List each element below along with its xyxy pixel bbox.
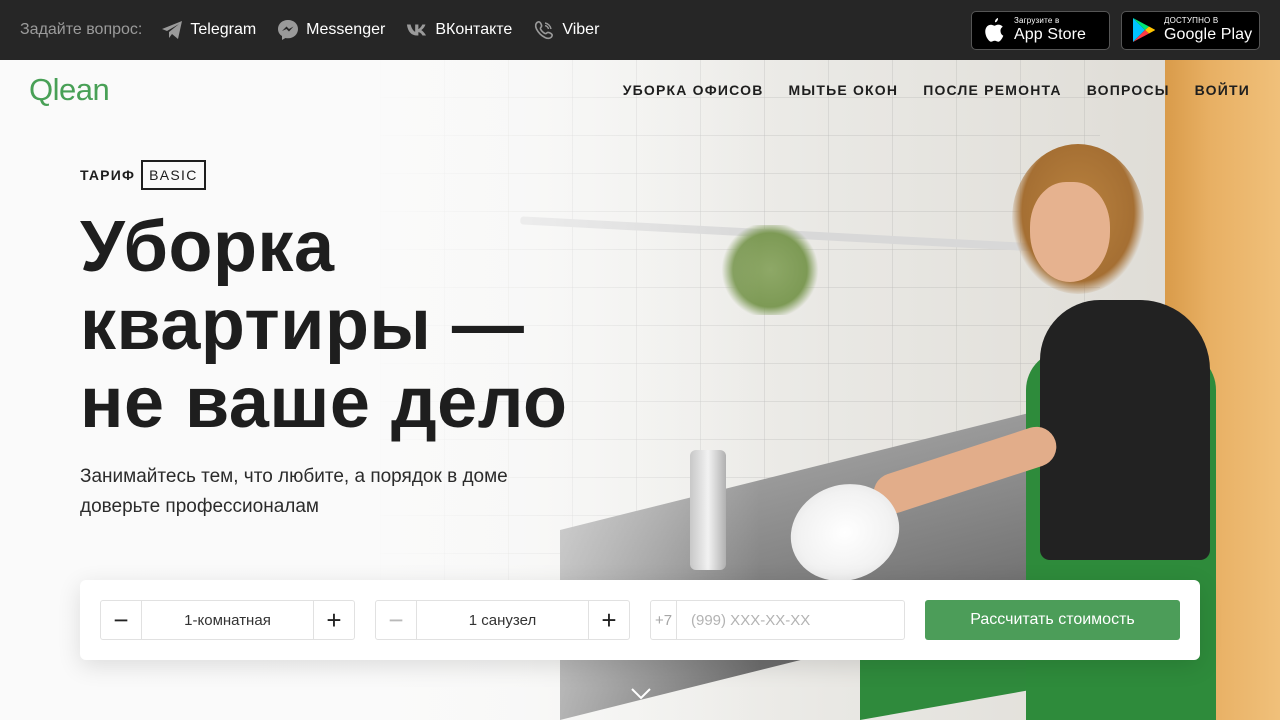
- rooms-value: 1-комнатная: [141, 601, 314, 639]
- bathrooms-increment-button[interactable]: +: [589, 601, 629, 639]
- ask-question-label: Задайте вопрос:: [20, 21, 143, 38]
- viber-label: Viber: [562, 21, 600, 38]
- phone-prefix: +7: [651, 601, 677, 639]
- app-store-button[interactable]: Загрузите в App Store: [971, 10, 1110, 50]
- nav-window-washing[interactable]: МЫТЬЕ ОКОН: [789, 82, 899, 98]
- hero-subtitle: Занимайтесь тем, что любите, а порядок в…: [80, 466, 508, 517]
- main-nav: УБОРКА ОФИСОВ МЫТЬЕ ОКОН ПОСЛЕ РЕМОНТА В…: [623, 82, 1250, 98]
- calculate-price-button[interactable]: Рассчитать стоимость: [925, 600, 1180, 640]
- order-form-card: − 1-комнатная + − 1 санузел + +7 Рассчит…: [80, 580, 1200, 660]
- headline-line-1: Уборка: [80, 207, 335, 287]
- viber-icon: [533, 19, 555, 41]
- headline-line-2: квартиры —: [80, 285, 525, 365]
- google-play-button[interactable]: ДОСТУПНО В Google Play: [1121, 10, 1260, 50]
- telegram-icon: [161, 19, 183, 41]
- telegram-link[interactable]: Telegram: [161, 19, 256, 41]
- app-store-small-label: Загрузите в: [1014, 16, 1060, 25]
- tariff-badge: BASIC: [141, 160, 206, 190]
- bathrooms-value: 1 санузел: [416, 601, 589, 639]
- vk-icon: [406, 19, 428, 41]
- apple-icon: [981, 17, 1007, 43]
- bathrooms-stepper: − 1 санузел +: [375, 600, 630, 640]
- headline-line-3: не ваше дело: [80, 363, 568, 443]
- nav-faq[interactable]: ВОПРОСЫ: [1087, 82, 1170, 98]
- phone-field: +7: [650, 600, 905, 640]
- rooms-increment-button[interactable]: +: [314, 601, 354, 639]
- google-play-big-label: Google Play: [1164, 26, 1253, 43]
- vk-link[interactable]: ВКонтакте: [406, 19, 512, 41]
- telegram-label: Telegram: [190, 21, 257, 38]
- viber-link[interactable]: Viber: [533, 19, 599, 41]
- app-store-links: Загрузите в App Store ДОСТУПНО В Google …: [971, 10, 1260, 50]
- messenger-label: Messenger: [306, 21, 386, 38]
- rooms-decrement-button[interactable]: −: [101, 601, 141, 639]
- messenger-link[interactable]: Messenger: [277, 19, 385, 41]
- chevron-down-icon[interactable]: [631, 688, 651, 700]
- rooms-stepper: − 1-комнатная +: [100, 600, 355, 640]
- top-bar: Задайте вопрос: Telegram Messenger ВКонт…: [0, 0, 1280, 60]
- qlean-logo[interactable]: Qlean: [29, 72, 110, 108]
- tariff-prefix: ТАРИФ: [80, 167, 136, 183]
- app-store-big-label: App Store: [1014, 26, 1087, 43]
- messenger-icon: [277, 19, 299, 41]
- nav-login[interactable]: ВОЙТИ: [1195, 82, 1250, 98]
- tariff-label: ТАРИФ BASIC: [80, 160, 206, 190]
- nav-after-renovation[interactable]: ПОСЛЕ РЕМОНТА: [923, 82, 1061, 98]
- phone-input[interactable]: [677, 601, 904, 639]
- google-play-small-label: ДОСТУПНО В: [1164, 16, 1219, 25]
- nav-office-cleaning[interactable]: УБОРКА ОФИСОВ: [623, 82, 764, 98]
- bathrooms-decrement-button[interactable]: −: [376, 601, 416, 639]
- vk-label: ВКонтакте: [435, 21, 513, 38]
- google-play-icon: [1131, 17, 1157, 43]
- hero-headline: Уборка квартиры — не ваше дело: [80, 208, 567, 442]
